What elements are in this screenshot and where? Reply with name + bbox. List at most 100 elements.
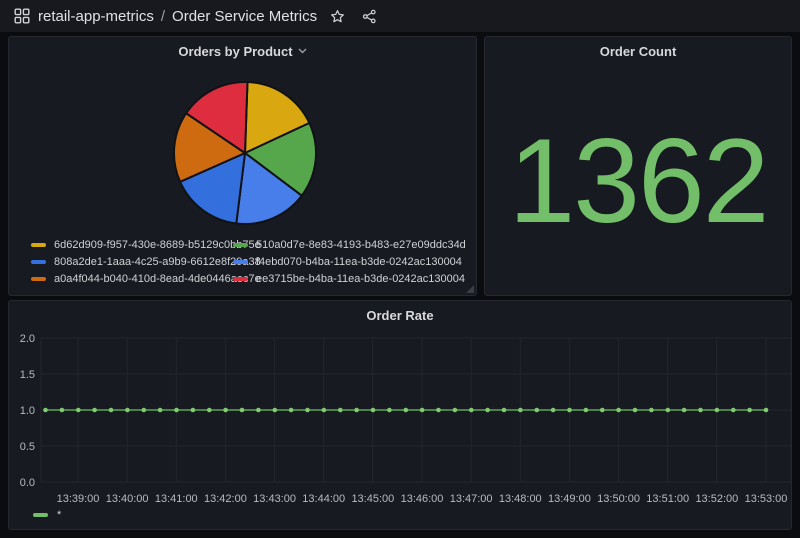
series-legend-item[interactable]: *: [33, 507, 61, 523]
share-icon[interactable]: [357, 4, 381, 28]
data-point: [289, 408, 294, 413]
breadcrumb-separator: /: [161, 8, 165, 25]
y-axis-tick-label: 1.0: [20, 405, 35, 417]
breadcrumb: retail-app-metrics / Order Service Metri…: [38, 8, 317, 25]
pie-legend-item[interactable]: ee3715be-b4ba-11ea-b3de-0242ac130004: [233, 273, 443, 285]
data-point: [502, 408, 507, 413]
data-point: [616, 408, 621, 413]
data-point: [240, 408, 245, 413]
data-point: [747, 408, 752, 413]
data-point: [584, 408, 589, 413]
panel-title-orders-by-product[interactable]: Orders by Product: [9, 41, 476, 61]
pie-legend-item[interactable]: f4ebd070-b4ba-11ea-b3de-0242ac130004: [233, 256, 443, 268]
x-axis-tick-label: 13:50:00: [597, 493, 640, 505]
panel-title-order-count[interactable]: Order Count: [485, 41, 791, 61]
data-point: [207, 408, 212, 413]
legend-swatch: [31, 277, 46, 281]
data-point: [387, 408, 392, 413]
data-point: [567, 408, 572, 413]
data-point: [43, 408, 48, 413]
legend-swatch: [233, 243, 248, 247]
y-axis-tick-label: 0.0: [20, 477, 35, 489]
data-point: [273, 408, 278, 413]
x-axis-tick-label: 13:43:00: [253, 493, 296, 505]
legend-swatch: [31, 260, 46, 264]
data-point: [420, 408, 425, 413]
x-axis-tick-label: 13:39:00: [57, 493, 100, 505]
x-axis-tick-label: 13:41:00: [155, 493, 198, 505]
data-point: [469, 408, 474, 413]
data-point: [731, 408, 736, 413]
data-point: [666, 408, 671, 413]
data-point: [92, 408, 97, 413]
panel-resize-handle[interactable]: [466, 285, 474, 293]
pie-legend-item[interactable]: 6d62d909-f957-430e-8689-b5129c0bb75e: [31, 239, 233, 251]
x-axis-tick-label: 13:52:00: [695, 493, 738, 505]
x-axis-tick-label: 13:49:00: [548, 493, 591, 505]
panel-orders-by-product: Orders by Product 6d62d909-f957-430e-868…: [8, 36, 477, 296]
x-axis-tick-label: 13:47:00: [450, 493, 493, 505]
data-point: [125, 408, 130, 413]
data-point: [371, 408, 376, 413]
x-axis-tick-label: 13:44:00: [302, 493, 345, 505]
panel-order-count: Order Count 1362: [484, 36, 792, 296]
legend-swatch: [233, 277, 248, 281]
data-point: [633, 408, 638, 413]
legend-label: 808a2de1-1aaa-4c25-a9b9-6612e8f29a38: [54, 256, 261, 268]
data-point: [436, 408, 441, 413]
data-point: [698, 408, 703, 413]
data-point: [485, 408, 490, 413]
x-axis-tick-label: 13:53:00: [745, 493, 788, 505]
x-axis-tick-label: 13:46:00: [401, 493, 444, 505]
data-point: [158, 408, 163, 413]
stat-value: 1362: [485, 121, 791, 241]
legend-swatch: [31, 243, 46, 247]
data-point: [354, 408, 359, 413]
data-point: [682, 408, 687, 413]
series-legend-swatch: [33, 513, 48, 517]
data-point: [338, 408, 343, 413]
data-point: [322, 408, 327, 413]
chevron-down-icon: [298, 48, 307, 54]
y-axis-tick-label: 1.5: [20, 369, 35, 381]
series-legend-label: *: [57, 509, 61, 521]
dashboard-grid-icon[interactable]: [10, 4, 34, 28]
data-point: [142, 408, 147, 413]
pie-legend-item[interactable]: a0a4f044-b040-410d-8ead-4de0446aec7e: [31, 273, 233, 285]
legend-swatch: [233, 260, 248, 264]
data-point: [518, 408, 523, 413]
legend-label: a0a4f044-b040-410d-8ead-4de0446aec7e: [54, 273, 261, 285]
data-point: [600, 408, 605, 413]
pie-legend-item[interactable]: 510a0d7e-8e83-4193-b483-e27e09ddc34d: [233, 239, 443, 251]
breadcrumb-dashboard-title[interactable]: Order Service Metrics: [172, 8, 317, 25]
pie-legend-item[interactable]: 808a2de1-1aaa-4c25-a9b9-6612e8f29a38: [31, 256, 233, 268]
panel-order-rate: Order Rate 0.00.51.01.52.013:39:0013:40:…: [8, 300, 792, 530]
y-axis-tick-label: 2.0: [20, 333, 35, 345]
pie-chart[interactable]: [165, 73, 325, 233]
x-axis-tick-label: 13:42:00: [204, 493, 247, 505]
x-axis-tick-label: 13:48:00: [499, 493, 542, 505]
data-point: [764, 408, 769, 413]
panel-title-order-rate[interactable]: Order Rate: [9, 305, 791, 325]
breadcrumb-folder[interactable]: retail-app-metrics: [38, 8, 154, 25]
data-point: [76, 408, 81, 413]
data-point: [305, 408, 310, 413]
time-series-chart[interactable]: 0.00.51.01.52.013:39:0013:40:0013:41:001…: [9, 325, 793, 513]
panel-title-text: Orders by Product: [178, 44, 292, 59]
x-axis-tick-label: 13:51:00: [646, 493, 689, 505]
data-point: [551, 408, 556, 413]
data-point: [404, 408, 409, 413]
data-point: [649, 408, 654, 413]
data-point: [60, 408, 65, 413]
y-axis-tick-label: 0.5: [20, 441, 35, 453]
data-point: [715, 408, 720, 413]
legend-label: ee3715be-b4ba-11ea-b3de-0242ac130004: [256, 273, 465, 285]
data-point: [223, 408, 228, 413]
data-point: [535, 408, 540, 413]
pie-legend: 6d62d909-f957-430e-8689-b5129c0bb75e510a…: [31, 239, 443, 285]
legend-label: 6d62d909-f957-430e-8689-b5129c0bb75e: [54, 239, 261, 251]
star-icon[interactable]: [325, 4, 349, 28]
data-point: [453, 408, 458, 413]
panel-title-text: Order Count: [600, 44, 677, 59]
x-axis-tick-label: 13:45:00: [351, 493, 394, 505]
